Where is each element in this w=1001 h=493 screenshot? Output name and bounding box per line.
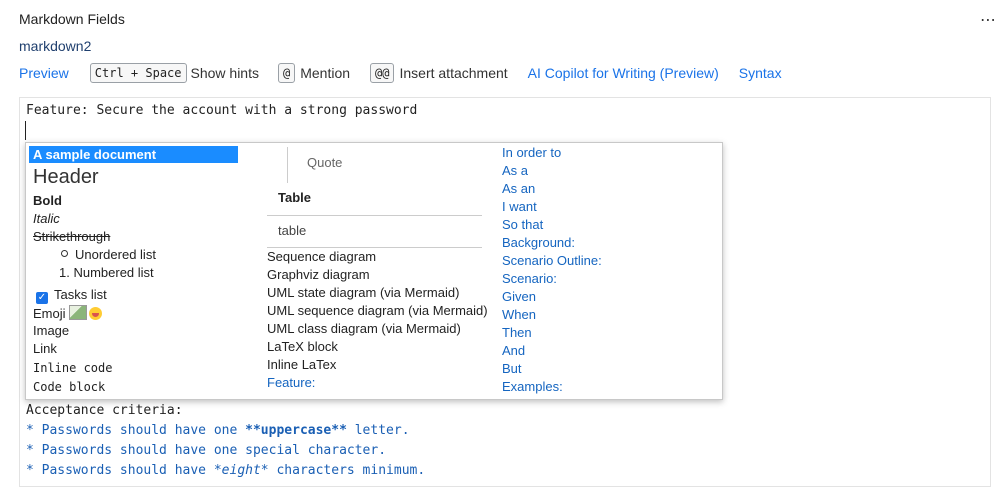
hint-inline-latex[interactable]: Inline LaTex [267,357,336,372]
preview-link[interactable]: Preview [19,65,69,81]
smiley-emoji-icon [88,307,102,320]
text-cursor [25,121,26,140]
table-divider [267,215,482,216]
hint-graphviz-diagram[interactable]: Graphviz diagram [267,267,370,282]
hint-header[interactable]: Header [33,166,99,189]
hint-unordered-list[interactable]: Unordered list [61,247,156,262]
hint-gherkin[interactable]: Then [502,325,532,340]
hint-inline-code[interactable]: Inline code [33,361,112,375]
hint-bold[interactable]: Bold [33,193,62,208]
attachment-shortcut-key: @@ [370,63,395,83]
syntax-link[interactable]: Syntax [739,65,782,81]
hint-gherkin[interactable]: As a [502,163,528,178]
hint-link[interactable]: Link [33,341,57,356]
hint-sample-document[interactable]: A sample document [29,146,238,163]
hint-quote[interactable]: Quote [307,155,342,170]
panel-title: Markdown Fields [19,11,125,27]
hint-gherkin[interactable]: In order to [502,145,561,160]
more-options-icon[interactable]: ⋯ [980,10,997,30]
editor-toolbar: Preview Ctrl + Space Show hints @ Mentio… [19,62,782,84]
hint-gherkin[interactable]: So that [502,217,543,232]
field-name-label: markdown2 [19,38,92,54]
hint-gherkin[interactable]: Given [502,289,536,304]
hint-uml-state[interactable]: UML state diagram (via Mermaid) [267,285,459,300]
hint-gherkin[interactable]: As an [502,181,535,196]
hint-tasks-list[interactable]: ✓ Tasks list [36,287,107,304]
table-divider-bottom [267,247,482,248]
hint-strikethrough[interactable]: Strikethrough [33,229,110,244]
hint-gherkin[interactable]: I want [502,199,537,214]
hint-gherkin[interactable]: But [502,361,522,376]
hint-gherkin[interactable]: Scenario: [502,271,557,286]
bullet-icon [61,250,68,257]
hint-gherkin[interactable]: Scenario Outline: [502,253,602,268]
hint-emoji[interactable]: Emoji [33,305,102,321]
editor-line-feature: Feature: Secure the account with a stron… [26,103,418,118]
hint-code-block[interactable]: Code block [33,380,105,394]
hint-table-cell[interactable]: table [278,223,306,238]
hint-table-header[interactable]: Table [278,190,311,205]
hint-gherkin[interactable]: Examples: [502,379,563,394]
ai-copilot-link[interactable]: AI Copilot for Writing (Preview) [528,65,719,81]
hint-sequence-diagram[interactable]: Sequence diagram [267,249,376,264]
hint-gherkin[interactable]: Background: [502,235,575,250]
editor-line-bullet-1: * Passwords should have one **uppercase*… [26,423,410,438]
hint-uml-sequence[interactable]: UML sequence diagram (via Mermaid) [267,303,488,318]
hint-gherkin[interactable]: When [502,307,536,322]
editor-line-bullet-3: * Passwords should have *eight* characte… [26,463,426,478]
hint-feature[interactable]: Feature: [267,375,315,390]
insert-attachment-label[interactable]: Insert attachment [399,65,507,81]
quote-bar [287,147,288,183]
hint-gherkin[interactable]: And [502,343,525,358]
hint-image[interactable]: Image [33,323,69,338]
hint-numbered-list[interactable]: 1. Numbered list [59,265,154,280]
hints-shortcut-key: Ctrl + Space [89,63,187,83]
editor-line-acceptance: Acceptance criteria: [26,403,183,418]
broken-image-icon [68,305,87,320]
hint-latex-block[interactable]: LaTeX block [267,339,338,354]
checkbox-checked-icon: ✓ [36,292,48,304]
mention-shortcut-key: @ [277,63,296,83]
hints-popup: A sample document Header Bold Italic Str… [25,142,723,400]
editor-line-bullet-2: * Passwords should have one special char… [26,443,387,458]
hint-uml-class[interactable]: UML class diagram (via Mermaid) [267,321,461,336]
mention-label[interactable]: Mention [300,65,350,81]
hint-italic[interactable]: Italic [33,211,60,226]
show-hints-label[interactable]: Show hints [191,65,259,81]
